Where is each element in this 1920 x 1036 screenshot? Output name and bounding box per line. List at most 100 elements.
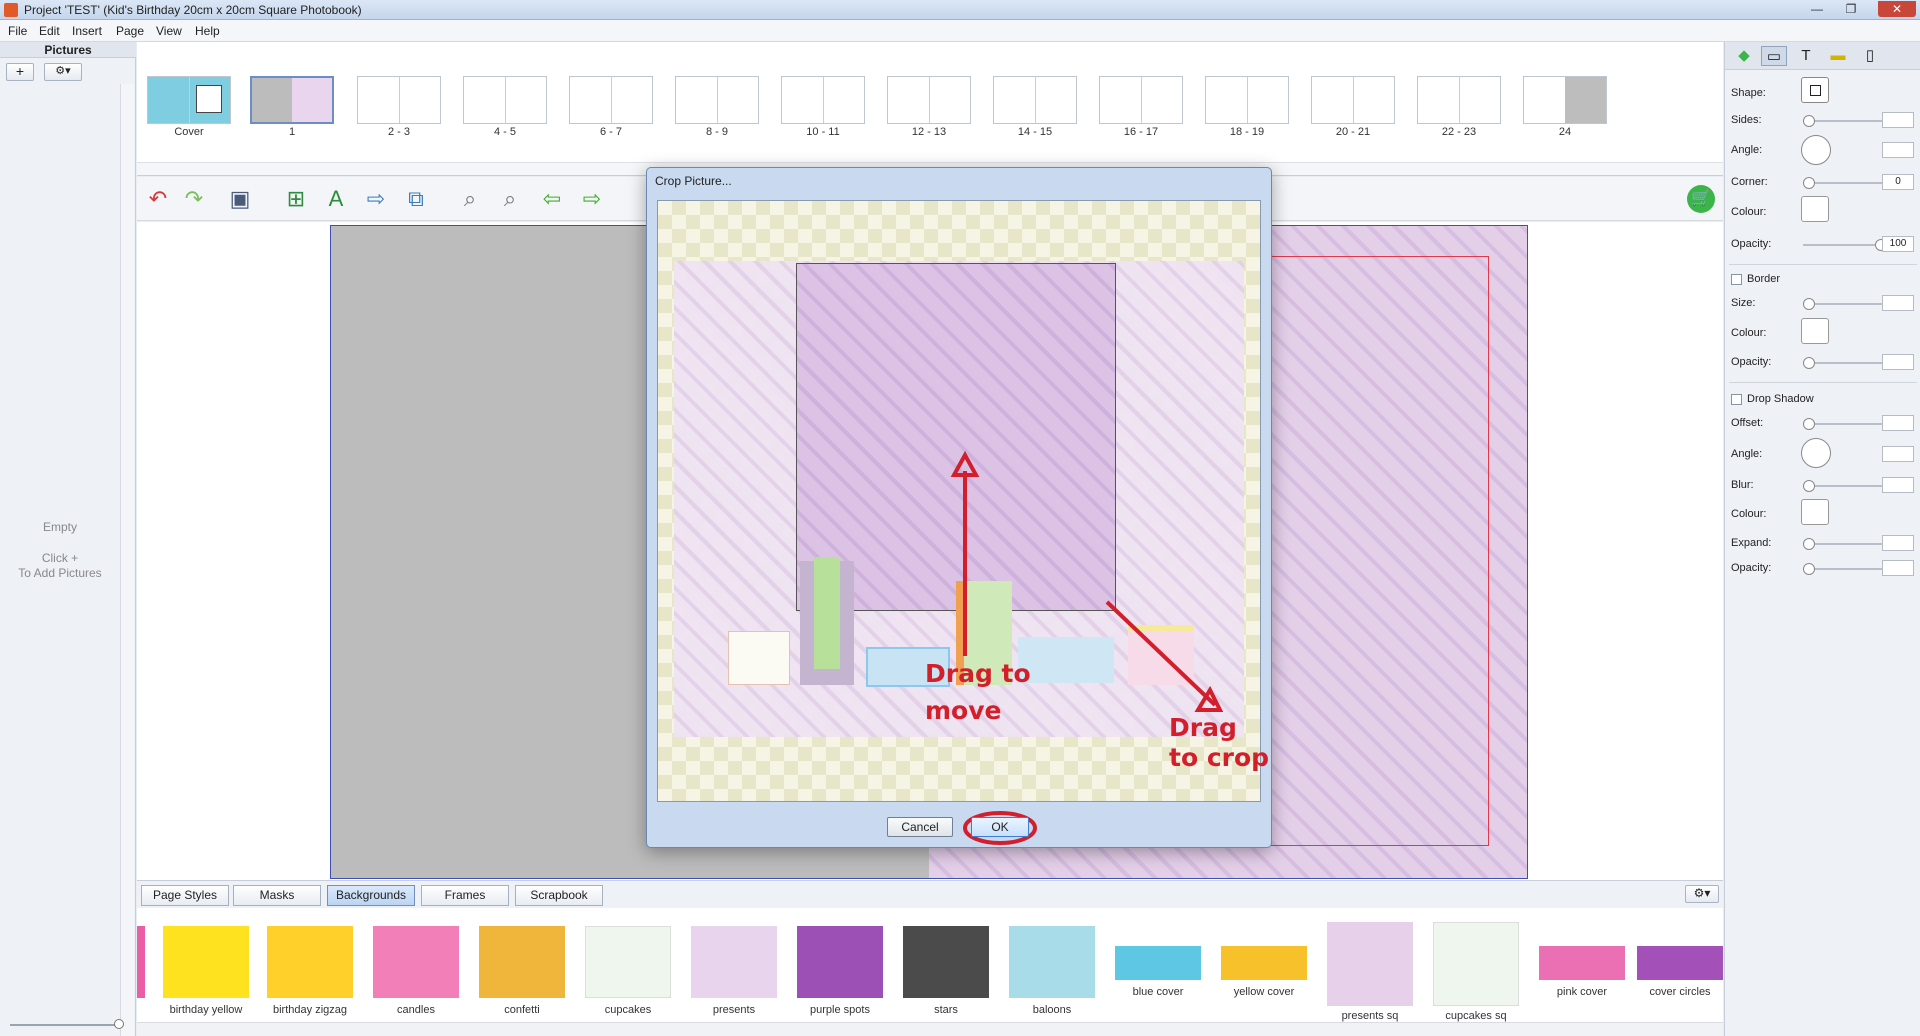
angle-dial[interactable] <box>1801 135 1831 165</box>
close-button[interactable]: ✕ <box>1878 1 1916 17</box>
previous-page-icon[interactable]: ⇦ <box>537 185 567 213</box>
menu-help[interactable]: Help <box>195 24 220 38</box>
export-icon[interactable]: ⇨ <box>361 185 391 213</box>
tab-page-styles[interactable]: Page Styles <box>141 885 229 906</box>
background-swatch[interactable] <box>797 926 883 998</box>
zoom-out-icon[interactable]: ⌕ <box>455 185 485 213</box>
border-size-value[interactable] <box>1882 295 1914 311</box>
add-text-icon[interactable]: A <box>321 185 351 213</box>
corner-slider[interactable] <box>1803 177 1887 189</box>
shadow-expand-value[interactable] <box>1882 535 1914 551</box>
save-icon[interactable]: ▣ <box>225 185 255 213</box>
shadow-angle-value[interactable] <box>1882 446 1914 462</box>
cancel-button[interactable]: Cancel <box>887 817 953 837</box>
background-swatch[interactable] <box>903 926 989 998</box>
page-thumb[interactable] <box>1417 76 1501 124</box>
text-tab-icon[interactable]: T <box>1793 46 1819 66</box>
menu-page[interactable]: Page <box>116 24 144 38</box>
border-opacity-slider[interactable] <box>1803 357 1887 369</box>
page-thumb[interactable] <box>357 76 441 124</box>
add-picture-button[interactable]: + <box>6 63 34 81</box>
menu-file[interactable]: File <box>8 24 27 38</box>
page-thumb[interactable] <box>569 76 653 124</box>
zoom-slider-knob[interactable] <box>114 1019 124 1029</box>
page-thumb-cover[interactable] <box>147 76 231 124</box>
shadow-offset-value[interactable] <box>1882 415 1914 431</box>
border-colour-label: Colour: <box>1731 327 1767 339</box>
pictures-gear-button[interactable]: ⚙▾ <box>44 63 82 81</box>
shape-picker[interactable] <box>1801 77 1829 103</box>
tab-scrapbook[interactable]: Scrapbook <box>515 885 603 906</box>
page-thumb[interactable] <box>887 76 971 124</box>
ok-button[interactable]: OK <box>971 817 1029 837</box>
background-swatch[interactable] <box>1433 922 1519 1006</box>
sides-value[interactable] <box>1882 112 1914 128</box>
shadow-colour-swatch[interactable] <box>1801 499 1829 525</box>
ruler-tab-icon[interactable]: ▬ <box>1825 46 1851 66</box>
background-swatch[interactable] <box>479 926 565 998</box>
shadow-expand-slider[interactable] <box>1803 538 1887 550</box>
shapes-tab-icon[interactable]: ◆ <box>1731 46 1757 66</box>
opacity-value[interactable]: 100 <box>1882 236 1914 252</box>
undo-icon[interactable]: ↶ <box>143 185 173 213</box>
page-thumb[interactable] <box>1099 76 1183 124</box>
page-thumb[interactable] <box>781 76 865 124</box>
drop-shadow-checkbox[interactable] <box>1731 394 1742 405</box>
background-swatch[interactable] <box>585 926 671 998</box>
background-swatch[interactable] <box>373 926 459 998</box>
background-swatch[interactable] <box>1539 946 1625 980</box>
maximize-button[interactable]: ❐ <box>1840 1 1862 17</box>
sides-slider[interactable] <box>1803 115 1887 127</box>
shadow-opacity-value[interactable] <box>1882 560 1914 576</box>
background-item-partial[interactable] <box>137 926 145 998</box>
angle-value[interactable] <box>1882 142 1914 158</box>
border-opacity-value[interactable] <box>1882 354 1914 370</box>
background-swatch[interactable] <box>1327 922 1413 1006</box>
menu-view[interactable]: View <box>156 24 182 38</box>
add-picture-icon[interactable]: ⊞ <box>281 185 311 213</box>
shadow-opacity-slider[interactable] <box>1803 563 1887 575</box>
tab-backgrounds[interactable]: Backgrounds <box>327 885 415 906</box>
background-swatch[interactable] <box>691 926 777 998</box>
menu-edit[interactable]: Edit <box>39 24 60 38</box>
duplicate-icon[interactable]: ⧉ <box>401 185 431 213</box>
opacity-slider[interactable] <box>1803 239 1887 251</box>
background-swatch[interactable] <box>1009 926 1095 998</box>
shadow-offset-slider[interactable] <box>1803 418 1887 430</box>
border-checkbox[interactable] <box>1731 274 1742 285</box>
page-thumb-1[interactable] <box>250 76 334 124</box>
frame-tab-icon[interactable]: ▭ <box>1761 46 1787 66</box>
background-swatch[interactable] <box>1637 946 1723 980</box>
page-thumb[interactable] <box>463 76 547 124</box>
corner-value[interactable]: 0 <box>1882 174 1914 190</box>
page-thumb[interactable] <box>675 76 759 124</box>
menu-insert[interactable]: Insert <box>72 24 102 38</box>
zoom-in-icon[interactable]: ⌕ <box>495 185 525 213</box>
minimize-button[interactable]: — <box>1806 1 1828 17</box>
library-gear-button[interactable]: ⚙▾ <box>1685 885 1719 903</box>
redo-icon[interactable]: ↷ <box>179 185 209 213</box>
next-page-icon[interactable]: ⇨ <box>577 185 607 213</box>
cart-icon[interactable]: 🛒 <box>1687 185 1715 213</box>
backgrounds-scrollbar[interactable] <box>137 1022 1723 1036</box>
pictures-scrollbar[interactable] <box>120 84 134 1036</box>
page-thumb[interactable] <box>1311 76 1395 124</box>
page-thumb[interactable] <box>993 76 1077 124</box>
background-swatch[interactable] <box>1115 946 1201 980</box>
page-thumb[interactable] <box>1205 76 1289 124</box>
page-tab-icon[interactable]: ▯ <box>1857 46 1883 66</box>
tab-masks[interactable]: Masks <box>233 885 321 906</box>
background-swatch[interactable] <box>163 926 249 998</box>
border-size-slider[interactable] <box>1803 298 1887 310</box>
background-swatch[interactable] <box>1221 946 1307 980</box>
shadow-blur-slider[interactable] <box>1803 480 1887 492</box>
fill-colour-swatch[interactable] <box>1801 196 1829 222</box>
tab-frames[interactable]: Frames <box>421 885 509 906</box>
border-colour-swatch[interactable] <box>1801 318 1829 344</box>
background-swatch[interactable] <box>267 926 353 998</box>
zoom-slider[interactable] <box>10 1024 120 1026</box>
page-thumb[interactable] <box>1523 76 1607 124</box>
app-icon <box>4 3 18 17</box>
shadow-blur-value[interactable] <box>1882 477 1914 493</box>
shadow-angle-dial[interactable] <box>1801 438 1831 468</box>
